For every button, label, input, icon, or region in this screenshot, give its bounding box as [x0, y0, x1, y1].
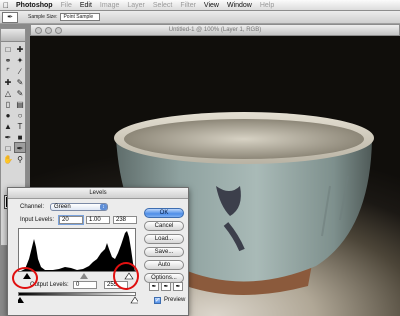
- path-select-icon[interactable]: ▲: [2, 120, 14, 131]
- black-eyedropper-icon[interactable]: ✒: [149, 282, 159, 291]
- ok-button[interactable]: OK: [144, 208, 184, 218]
- document-titlebar[interactable]: Untitled-1 @ 100% (Layer 1, RGB): [30, 24, 400, 36]
- select-arrows-icon: ↕: [100, 204, 107, 210]
- output-black-field[interactable]: 0: [73, 281, 97, 289]
- input-white-field[interactable]: 238: [113, 216, 137, 224]
- healing-brush-icon[interactable]: ✚: [2, 76, 14, 87]
- notes-icon[interactable]: □: [2, 142, 14, 153]
- toolbox-header: [1, 29, 25, 42]
- menu-help[interactable]: Help: [256, 2, 278, 9]
- close-window-icon[interactable]: [35, 27, 42, 34]
- type-icon[interactable]: T: [14, 120, 26, 131]
- channel-label: Channel:: [20, 204, 45, 210]
- photoshop-screen:  Photoshop File Edit Image Layer Select…: [0, 0, 400, 316]
- eraser-icon[interactable]: ▯: [2, 98, 14, 109]
- preview-checkbox[interactable]: ✓: [154, 297, 161, 304]
- pen-icon[interactable]: ✒: [2, 131, 14, 142]
- move-icon[interactable]: ✚: [14, 43, 26, 54]
- channel-select[interactable]: Green ↕: [50, 203, 108, 211]
- load-button[interactable]: Load...: [144, 234, 184, 244]
- input-gamma-field[interactable]: 1.00: [86, 216, 110, 224]
- menu-bar:  Photoshop File Edit Image Layer Select…: [0, 0, 400, 11]
- input-gamma-slider[interactable]: [80, 273, 88, 279]
- zoom-icon[interactable]: ⚲: [14, 153, 26, 164]
- menu-image[interactable]: Image: [96, 2, 123, 9]
- document-title: Untitled-1 @ 100% (Layer 1, RGB): [168, 27, 262, 33]
- menu-filter[interactable]: Filter: [176, 2, 200, 9]
- levels-dialog: Levels Channel: Green ↕ Input Levels: 20…: [7, 187, 189, 316]
- levels-title: Levels: [8, 188, 188, 199]
- annotation-circle-black-point: [12, 267, 38, 289]
- zoom-window-icon[interactable]: [55, 27, 62, 34]
- crop-icon[interactable]: ⌜: [2, 65, 14, 76]
- preview-label: Preview: [164, 297, 186, 303]
- minimize-window-icon[interactable]: [45, 27, 52, 34]
- menu-edit[interactable]: Edit: [76, 2, 96, 9]
- white-eyedropper-icon[interactable]: ✒: [173, 282, 183, 291]
- annotation-circle-white-point: [113, 262, 139, 290]
- menu-layer[interactable]: Layer: [123, 2, 149, 9]
- options-bar: ✒ Sample Size: Point Sample: [0, 11, 400, 24]
- save-button[interactable]: Save...: [144, 247, 184, 257]
- lasso-icon[interactable]: ⚭: [2, 54, 14, 65]
- tool-grid: □ ✚ ⚭ ✦ ⌜ ∕ ✚ ✎ △ ✎ ▯ ▤ ● ○ ▲ T ✒ ■ □ ✒ …: [1, 42, 26, 165]
- shape-icon[interactable]: ■: [14, 131, 26, 142]
- gradient-icon[interactable]: ▤: [14, 98, 26, 109]
- menu-view[interactable]: View: [200, 2, 223, 9]
- clone-stamp-icon[interactable]: △: [2, 87, 14, 98]
- menu-photoshop[interactable]: Photoshop: [12, 2, 57, 9]
- marquee-icon[interactable]: □: [2, 43, 14, 54]
- menu-file[interactable]: File: [57, 2, 76, 9]
- slice-icon[interactable]: ∕: [14, 65, 26, 76]
- apple-menu-icon[interactable]: : [0, 1, 12, 10]
- brush-icon[interactable]: ✎: [14, 76, 26, 87]
- cancel-button[interactable]: Cancel: [144, 221, 184, 231]
- history-brush-icon[interactable]: ✎: [14, 87, 26, 98]
- sample-size-label: Sample Size:: [28, 14, 58, 20]
- magic-wand-icon[interactable]: ✦: [14, 54, 26, 65]
- auto-button[interactable]: Auto: [144, 260, 184, 270]
- blur-icon[interactable]: ●: [2, 109, 14, 120]
- input-levels-label: Input Levels:: [20, 217, 55, 223]
- input-black-field[interactable]: 20: [58, 215, 84, 225]
- gray-eyedropper-icon[interactable]: ✒: [161, 282, 171, 291]
- sample-size-select[interactable]: Point Sample: [60, 13, 101, 21]
- output-black-slider[interactable]: [18, 297, 24, 303]
- output-sliders[interactable]: [18, 296, 138, 304]
- hand-icon[interactable]: ✋: [2, 153, 14, 164]
- menu-select[interactable]: Select: [149, 2, 176, 9]
- window-controls: [35, 27, 62, 34]
- channel-value: Green: [54, 204, 71, 210]
- output-white-slider[interactable]: [130, 296, 138, 304]
- dodge-icon[interactable]: ○: [14, 109, 26, 120]
- menu-window[interactable]: Window: [223, 2, 256, 9]
- eyedropper-tool-icon[interactable]: ✒: [14, 142, 26, 153]
- eyedropper-icon[interactable]: ✒: [2, 11, 18, 23]
